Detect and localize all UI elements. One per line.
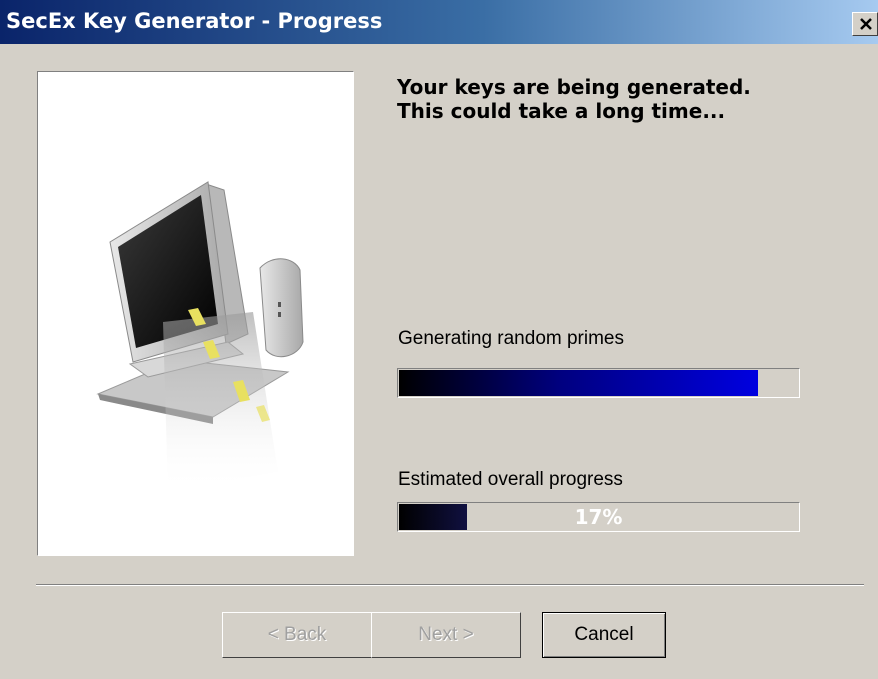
cancel-button[interactable]: Cancel: [542, 612, 666, 658]
window-title: SecEx Key Generator - Progress: [6, 9, 383, 33]
wizard-illustration-panel: [37, 71, 354, 556]
primes-progress-bar: [397, 368, 800, 398]
overall-progress-label: Estimated overall progress: [398, 469, 623, 490]
status-heading: Your keys are being generated. This coul…: [397, 75, 751, 123]
title-bar[interactable]: SecEx Key Generator - Progress: [0, 0, 878, 44]
heading-line-1: Your keys are being generated.: [397, 75, 751, 99]
primes-progress-fill: [399, 370, 758, 396]
overall-progress-bar: 17%: [397, 502, 800, 532]
close-icon: [860, 18, 872, 30]
back-button[interactable]: < Back: [222, 612, 372, 658]
close-button[interactable]: [852, 12, 878, 36]
key-generator-window: SecEx Key Generator - Progress Your keys…: [0, 0, 878, 679]
separator: [36, 584, 864, 586]
computer-illustration: [96, 181, 304, 492]
primes-label: Generating random primes: [398, 328, 624, 349]
next-button[interactable]: Next >: [371, 612, 521, 658]
overall-progress-percent: 17%: [574, 505, 623, 529]
heading-line-2: This could take a long time...: [397, 99, 726, 123]
